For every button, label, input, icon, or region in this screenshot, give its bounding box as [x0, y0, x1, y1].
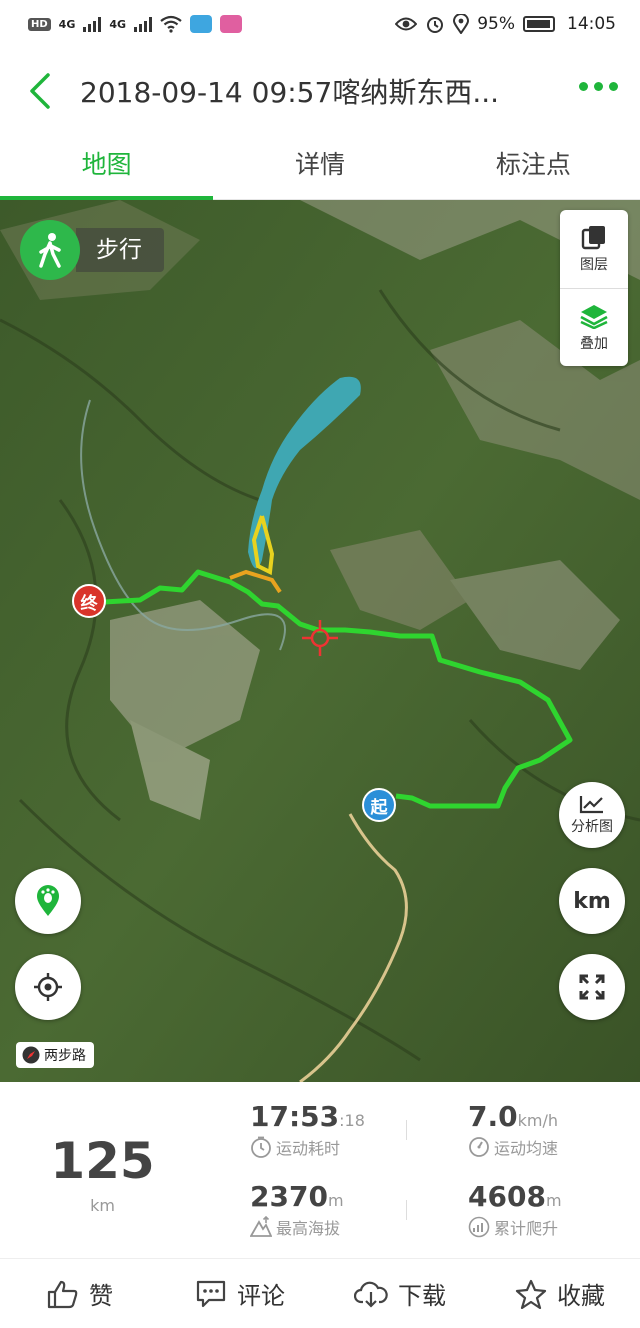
total-climb-stat: 4608m 累计爬升 — [468, 1180, 562, 1239]
layers-button[interactable]: 图层 — [560, 210, 628, 288]
more-menu-button[interactable] — [579, 82, 618, 91]
cloud-download-icon — [354, 1281, 388, 1308]
chevron-left-icon — [30, 73, 50, 109]
location-icon — [453, 14, 470, 34]
compass-arrow-icon — [22, 1046, 40, 1064]
thumbs-up-icon — [47, 1280, 78, 1308]
unit-label: km — [573, 888, 611, 914]
max-altitude-unit: m — [327, 1191, 344, 1210]
app-notification-icon-2 — [220, 15, 243, 33]
overlay-button[interactable]: 叠加 — [560, 288, 628, 366]
map-brand-logo: 两步路 — [16, 1042, 94, 1068]
like-button[interactable]: 赞 — [0, 1259, 160, 1328]
clock: 14:05 — [567, 14, 616, 34]
walking-icon — [20, 220, 80, 280]
satellite-terrain — [0, 200, 640, 1082]
stack-icon — [580, 304, 608, 329]
avg-speed-value: 7.0 — [468, 1100, 518, 1133]
comment-icon — [196, 1280, 226, 1307]
locate-button[interactable] — [15, 954, 81, 1020]
total-climb-label: 累计爬升 — [494, 1219, 559, 1238]
download-button[interactable]: 下载 — [320, 1259, 480, 1328]
tab-details[interactable]: 详情 — [213, 134, 426, 199]
expand-icon — [579, 974, 605, 1000]
brand-label: 两步路 — [44, 1048, 86, 1064]
layer-panel: 图层 叠加 — [560, 210, 628, 366]
stats-divider — [406, 1120, 407, 1140]
map-view[interactable]: 步行 图层 叠加 终 起 分析图 km 两步路 — [0, 200, 640, 1082]
avg-speed-label: 运动均速 — [494, 1139, 559, 1158]
distance-unit: km — [90, 1196, 115, 1215]
max-altitude-value: 2370 — [250, 1180, 328, 1213]
mountain-peak-icon — [250, 1216, 272, 1237]
wifi-icon — [160, 15, 182, 33]
tab-map[interactable]: 地图 — [0, 134, 214, 200]
distance-value: 125 — [50, 1132, 155, 1190]
action-bar: 赞 评论 下载 收藏 — [0, 1258, 640, 1328]
stats-divider-2 — [406, 1200, 407, 1220]
tab-waypoints[interactable]: 标注点 — [427, 134, 640, 199]
unit-toggle-button[interactable]: km — [559, 868, 625, 934]
footprint-pin-icon — [37, 885, 59, 916]
favorite-button[interactable]: 收藏 — [480, 1259, 640, 1328]
line-chart-icon — [579, 796, 603, 814]
signal-icon — [83, 16, 102, 32]
duration-label: 运动耗时 — [276, 1139, 341, 1158]
climb-chart-icon — [468, 1216, 490, 1238]
like-label: 赞 — [89, 1282, 113, 1310]
comment-button[interactable]: 评论 — [160, 1259, 320, 1328]
overlay-label: 叠加 — [580, 335, 608, 352]
network-type-1: 4G — [58, 17, 76, 31]
distance-stat: 125 km — [40, 1132, 165, 1215]
back-button[interactable] — [0, 48, 80, 134]
max-altitude-stat: 2370m 最高海拔 — [250, 1180, 344, 1239]
layers-icon — [581, 226, 605, 250]
fullscreen-button[interactable] — [559, 954, 625, 1020]
title-bar: 2018-09-14 09:57喀纳斯东西... — [0, 48, 640, 134]
duration-value: 17:53 — [250, 1100, 340, 1133]
total-climb-unit: m — [545, 1191, 562, 1210]
analysis-chart-button[interactable]: 分析图 — [559, 782, 625, 848]
tab-bar: 地图 详情 标注点 — [0, 134, 640, 200]
signal-icon-2 — [134, 16, 153, 32]
stopwatch-icon — [251, 1136, 271, 1158]
max-altitude-label: 最高海拔 — [276, 1219, 341, 1238]
network-type-2: 4G — [109, 17, 127, 31]
activity-mode-label: 步行 — [76, 228, 164, 272]
app-screen: HD 4G 4G 95% 14:05 2018-09-14 09:57喀纳斯东西… — [0, 0, 640, 1328]
duration-seconds: :18 — [339, 1111, 365, 1130]
page-title: 2018-09-14 09:57喀纳斯东西... — [80, 76, 500, 109]
layers-label: 图层 — [580, 257, 608, 273]
total-climb-value: 4608 — [468, 1180, 546, 1213]
duration-stat: 17:53:18 运动耗时 — [250, 1100, 365, 1159]
eye-icon — [395, 17, 418, 31]
avg-speed-unit: km/h — [517, 1111, 558, 1130]
avg-speed-stat: 7.0km/h 运动均速 — [468, 1100, 558, 1159]
download-label: 下载 — [398, 1282, 446, 1310]
status-bar: HD 4G 4G 95% 14:05 — [0, 0, 640, 48]
hd-badge: HD — [28, 17, 51, 31]
battery-percent: 95% — [477, 14, 515, 34]
crosshair-icon — [34, 973, 62, 1001]
comment-label: 评论 — [237, 1282, 285, 1310]
activity-mode-badge[interactable]: 步行 — [20, 220, 164, 280]
app-notification-icon — [190, 15, 213, 33]
speedometer-icon — [469, 1137, 489, 1157]
battery-icon — [523, 16, 555, 32]
star-icon — [515, 1279, 547, 1309]
end-marker[interactable]: 终 — [72, 584, 106, 618]
start-marker[interactable]: 起 — [362, 788, 396, 822]
favorite-label: 收藏 — [557, 1282, 605, 1310]
analysis-chart-label: 分析图 — [571, 819, 613, 835]
footprint-button[interactable] — [15, 868, 81, 934]
stats-panel: 125 km 17:53:18 运动耗时 7.0km/h 运动均速 2370m … — [0, 1082, 640, 1258]
alarm-icon — [427, 17, 444, 33]
